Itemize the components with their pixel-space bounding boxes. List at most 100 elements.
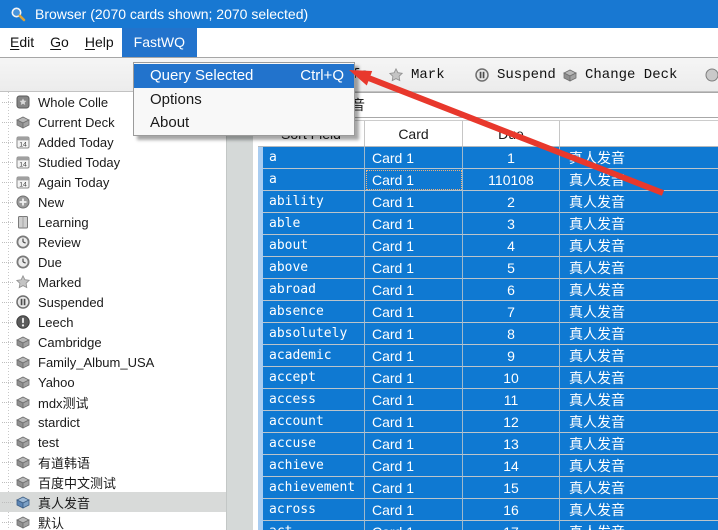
deck-icon [15,354,31,370]
cell-card: Card 1 [365,389,463,411]
cell-card: Card 1 [365,191,463,213]
fastwq-menu-item-about[interactable]: About [134,111,354,134]
sidebar-item-marked[interactable]: Marked [0,272,226,292]
cell-card: Card 1 [365,169,463,191]
sidebar-item-review[interactable]: Review [0,232,226,252]
toolbar-extra-button[interactable] [704,58,718,91]
sidebar-item-label: Again Today [38,175,109,190]
table-row[interactable]: accept Card 1 10 真人发音 [263,367,718,389]
sidebar-item-label: Whole Colle [38,95,108,110]
cell-sort-field: absence [263,301,365,323]
table-row[interactable]: across Card 1 16 真人发音 [263,499,718,521]
menu-item-edit[interactable]: Edit [2,28,42,57]
deck-icon [15,414,31,430]
menu-item-go[interactable]: Go [42,28,77,57]
cell-card: Card 1 [365,455,463,477]
table-row[interactable]: about Card 1 4 真人发音 [263,235,718,257]
sidebar-item-cambridge[interactable]: Cambridge [0,332,226,352]
sidebar-item-有道韩语[interactable]: 有道韩语 [0,452,226,472]
sidebar-item-label: Studied Today [38,155,120,170]
deck-icon [15,394,31,410]
fastwq-menu-item-query-selected[interactable]: Query Selected Ctrl+Q [134,64,354,88]
table-row[interactable]: achieve Card 1 14 真人发音 [263,455,718,477]
deck-icon-blue [15,494,31,510]
cell-due: 3 [463,213,560,235]
cell-due: 13 [463,433,560,455]
sidebar-item-again-today[interactable]: 14 Again Today [0,172,226,192]
table-row[interactable]: absence Card 1 7 真人发音 [263,301,718,323]
deck-icon [15,334,31,350]
table-row[interactable]: achievement Card 1 15 真人发音 [263,477,718,499]
fastwq-menu: Query Selected Ctrl+Q Options About [133,62,355,136]
sidebar-item-leech[interactable]: Leech [0,312,226,332]
table-row[interactable]: a Card 1 110108 真人发音 [263,169,718,191]
sidebar-item-family-album-usa[interactable]: Family_Album_USA [0,352,226,372]
table-row[interactable]: a Card 1 1 真人发音 [263,147,718,169]
cell-card: Card 1 [365,367,463,389]
table-row[interactable]: accuse Card 1 13 真人发音 [263,433,718,455]
sidebar-item-label: Suspended [38,295,104,310]
table-row[interactable]: able Card 1 3 真人发音 [263,213,718,235]
sidebar-item-label: Due [38,255,62,270]
sidebar-item-new[interactable]: New [0,192,226,212]
star-icon [15,274,31,290]
table-row[interactable]: above Card 1 5 真人发音 [263,257,718,279]
cell-due: 15 [463,477,560,499]
sidebar-item-test[interactable]: test [0,432,226,452]
cell-card: Card 1 [365,301,463,323]
cell-due: 16 [463,499,560,521]
sidebar-item-stardict[interactable]: stardict [0,412,226,432]
table-row[interactable]: absolutely Card 1 8 真人发音 [263,323,718,345]
sidebar-item-learning[interactable]: Learning [0,212,226,232]
sidebar-item-真人发音[interactable]: 真人发音 [0,492,226,512]
fastwq-menu-item-options[interactable]: Options [134,88,354,111]
table-row[interactable]: abroad Card 1 6 真人发音 [263,279,718,301]
sidebar-scrollbar[interactable] [226,92,253,530]
sidebar-item-label: Marked [38,275,81,290]
cell-deck: 真人发音 [560,521,718,530]
cell-sort-field: account [263,411,365,433]
cell-deck: 真人发音 [560,433,718,455]
column-header-empty[interactable] [560,121,718,146]
table-row[interactable]: academic Card 1 9 真人发音 [263,345,718,367]
menu-item-label: Options [150,88,202,111]
table-row[interactable]: act Card 1 17 真人发音 [263,521,718,530]
sidebar-item-label: 百度中文测试 [38,473,116,492]
sidebar-item-yahoo[interactable]: Yahoo [0,372,226,392]
cell-deck: 真人发音 [560,213,718,235]
sidebar-item-默认[interactable]: 默认 [0,512,226,530]
cell-due: 5 [463,257,560,279]
sidebar-item-suspended[interactable]: Suspended [0,292,226,312]
table-row[interactable]: ability Card 1 2 真人发音 [263,191,718,213]
table-body: a Card 1 1 真人发音 a Card 1 110108 真人发音 abi… [258,147,718,530]
toolbar-change-deck-button[interactable]: Change Deck [562,58,677,91]
plus-circle-icon [15,194,31,210]
card-icon [15,214,31,230]
cell-card: Card 1 [365,477,463,499]
table-row[interactable]: account Card 1 12 真人发音 [263,411,718,433]
menu-item-help[interactable]: Help [77,28,122,57]
cell-due: 10 [463,367,560,389]
cell-due: 14 [463,455,560,477]
cell-sort-field: achievement [263,477,365,499]
calendar-icon: 14 [15,134,31,150]
clock-icon [15,254,31,270]
sidebar-item-百度中文测试[interactable]: 百度中文测试 [0,472,226,492]
cell-deck: 真人发音 [560,235,718,257]
menu-item-fastwq[interactable]: FastWQ [122,28,197,57]
sidebar-item-label: 有道韩语 [38,453,90,472]
column-header-card[interactable]: Card [365,121,463,146]
sidebar-item-due[interactable]: Due [0,252,226,272]
sidebar-item-label: Added Today [38,135,114,150]
cell-deck: 真人发音 [560,279,718,301]
title-bar: Browser (2070 cards shown; 2070 selected… [0,0,718,28]
sidebar-item-studied-today[interactable]: 14 Studied Today [0,152,226,172]
sidebar-item-mdx测试[interactable]: mdx测试 [0,392,226,412]
table-row[interactable]: access Card 1 11 真人发音 [263,389,718,411]
toolbar-mark-button[interactable]: Mark [388,58,445,91]
sidebar-item-label: Yahoo [38,375,75,390]
toolbar-suspend-button[interactable]: Suspend [474,58,556,91]
menu-bar: EditGoHelpFastWQ [0,28,718,58]
cell-deck: 真人发音 [560,367,718,389]
column-header-due[interactable]: Due [463,121,560,146]
